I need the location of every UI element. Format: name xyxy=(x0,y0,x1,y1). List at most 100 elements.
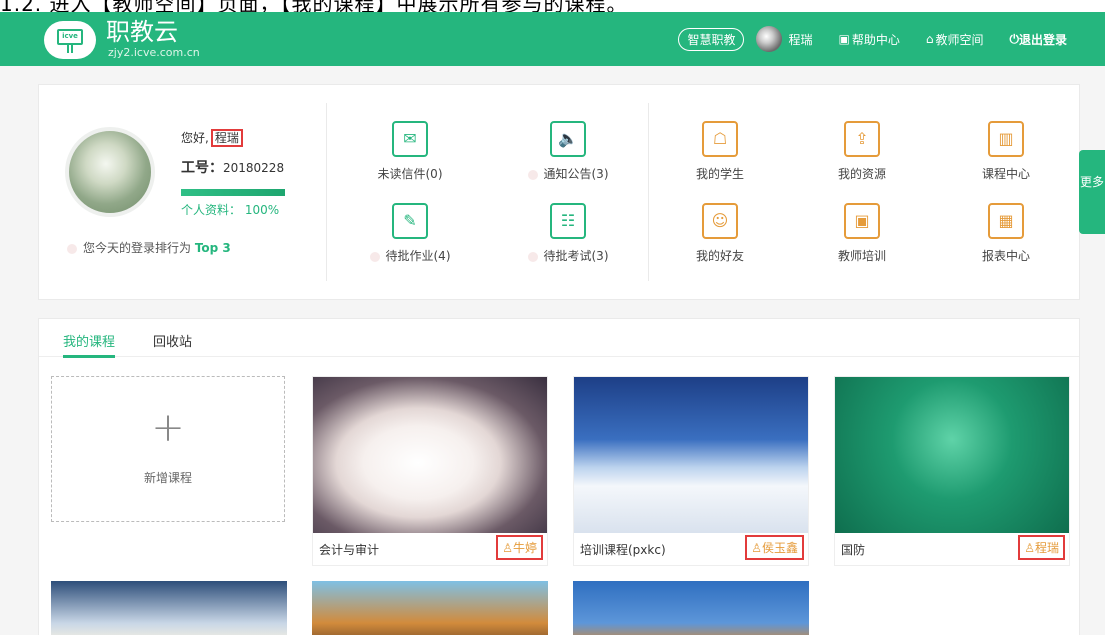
friends-label: 我的好友 xyxy=(695,249,744,263)
smart-vocational-link[interactable]: 智慧职教 xyxy=(678,27,745,51)
course-cover-image xyxy=(835,377,1069,533)
new-course-button[interactable]: + 新增课程 xyxy=(51,376,285,522)
brand-url: zjy2.icve.com.cn xyxy=(108,46,200,59)
user-icon: ♙ xyxy=(1024,541,1035,555)
course-title: 国防 xyxy=(841,543,866,557)
user-avatar[interactable] xyxy=(756,26,783,52)
rank-text: 您今天的登录排行为 xyxy=(83,241,195,255)
exam-label: 待批考试(3) xyxy=(543,249,609,263)
homework-link[interactable]: ✎ 待批作业(4) xyxy=(355,203,465,264)
teacher-training-link[interactable]: ▣ 教师培训 xyxy=(807,203,917,264)
profile-name: 程瑞 xyxy=(210,129,243,147)
divider xyxy=(648,103,649,281)
homework-label: 待批作业(4) xyxy=(385,249,451,263)
reports-label: 报表中心 xyxy=(981,249,1030,263)
exam-dot-icon xyxy=(527,251,538,262)
brand-name[interactable]: 职教云 xyxy=(106,18,178,46)
my-resources-link[interactable]: ⇪ 我的资源 xyxy=(807,121,917,182)
job-number: 工号：20180228 xyxy=(181,157,284,177)
students-label: 我的学生 xyxy=(695,167,744,181)
course-center-label: 课程中心 xyxy=(981,167,1030,181)
job-value: 20180228 xyxy=(223,161,285,175)
course-cover-image xyxy=(313,377,547,533)
course-card-partial[interactable] xyxy=(312,581,548,635)
course-card[interactable]: 培训课程(pxkc) ♙侯玉鑫 xyxy=(573,376,809,566)
new-course-label: 新增课程 xyxy=(143,471,192,485)
teacher-space-label: 教师空间 xyxy=(935,32,984,47)
report-icon: ▦ xyxy=(988,203,1024,239)
mail-label: 未读信件(0) xyxy=(377,167,443,181)
upload-icon: ⇪ xyxy=(844,121,880,157)
course-card[interactable]: 国防 ♙程瑞 xyxy=(834,376,1070,566)
user-icon: ♙ xyxy=(751,541,762,555)
user-name-link[interactable]: 程瑞 xyxy=(788,31,812,48)
profile-avatar[interactable] xyxy=(65,127,155,217)
graduate-icon: ☖ xyxy=(702,121,738,157)
completion-value: 100% xyxy=(244,203,280,217)
top-nav: 智慧职教 程瑞 ▣ 帮助中心 ⌂ 教师空间 ⏻ 退出登录 xyxy=(678,12,1105,66)
profile-panel: 您好, 程瑞 工号：20180228 个人资料： 100% 您今天的登录排行为 T… xyxy=(38,84,1080,300)
mail-icon: ✉ xyxy=(392,121,428,157)
instruction-strip: 1.2. 进入【教师空间】页面，【我的课程】中展示所有参与的课程。 xyxy=(0,0,1105,12)
course-card-partial[interactable] xyxy=(573,581,809,635)
friends-icon: ☺ xyxy=(702,203,738,239)
instruction-text: 1.2. 进入【教师空间】页面，【我的课程】中展示所有参与的课程。 xyxy=(0,0,628,12)
exam-link[interactable]: ☷ 待批考试(3) xyxy=(513,203,623,264)
completion-label: 个人资料： xyxy=(181,203,242,217)
homework-icon: ✎ xyxy=(392,203,428,239)
course-title: 培训课程(pxkc) xyxy=(580,543,666,557)
login-rank: 您今天的登录排行为 Top 3 xyxy=(67,239,231,256)
books-icon: ▥ xyxy=(988,121,1024,157)
top-header: icve 职教云 zjy2.icve.com.cn 智慧职教 程瑞 ▣ 帮助中心… xyxy=(0,12,1105,66)
rank-value: Top 3 xyxy=(194,241,231,255)
profile-completion[interactable]: 个人资料： 100% xyxy=(181,201,279,218)
help-icon: ▣ xyxy=(838,32,850,46)
notice-link[interactable]: 🔈 通知公告(3) xyxy=(513,121,623,182)
help-center-link[interactable]: ▣ 帮助中心 xyxy=(838,31,899,48)
tab-recycle-bin[interactable]: 回收站 xyxy=(153,331,192,350)
profile-progress-bar xyxy=(181,189,285,196)
course-tabs: 我的课程 回收站 xyxy=(39,319,1079,358)
course-cover-image xyxy=(574,377,808,533)
course-teacher: ♙牛婷 xyxy=(496,535,543,560)
greeting: 您好, 程瑞 xyxy=(181,129,243,147)
user-icon: ♙ xyxy=(502,541,513,555)
course-teacher: ♙侯玉鑫 xyxy=(745,535,804,560)
homework-dot-icon xyxy=(369,251,380,262)
notice-dot-icon xyxy=(527,169,538,180)
course-card[interactable]: 会计与审计 ♙牛婷 xyxy=(312,376,548,566)
my-friends-link[interactable]: ☺ 我的好友 xyxy=(665,203,775,264)
tab-my-courses[interactable]: 我的课程 xyxy=(63,331,116,358)
course-card-partial[interactable] xyxy=(51,581,287,635)
resources-label: 我的资源 xyxy=(837,167,886,181)
speaker-icon: 🔈 xyxy=(550,121,586,157)
help-label: 帮助中心 xyxy=(851,32,900,47)
power-icon: ⏻ xyxy=(1009,31,1019,46)
profile-progress-fill xyxy=(181,189,285,196)
logo-icon[interactable]: icve xyxy=(44,17,100,61)
courses-panel: 我的课程 回收站 + 新增课程 会计与审计 ♙牛婷 培训课程(pxkc) ♙侯玉… xyxy=(38,318,1080,635)
exam-icon: ☷ xyxy=(550,203,586,239)
greeting-text: 您好, xyxy=(181,131,209,145)
user-name: 程瑞 xyxy=(788,32,813,47)
training-icon: ▣ xyxy=(844,203,880,239)
logout-label: 退出登录 xyxy=(1018,32,1067,47)
page-body: 您好, 程瑞 工号：20180228 个人资料： 100% 您今天的登录排行为 T… xyxy=(0,66,1105,635)
course-center-link[interactable]: ▥ 课程中心 xyxy=(951,121,1061,182)
training-label: 教师培训 xyxy=(837,249,886,263)
home-icon: ⌂ xyxy=(925,32,934,46)
course-teacher: ♙程瑞 xyxy=(1018,535,1065,560)
job-label: 工号： xyxy=(181,160,223,176)
my-students-link[interactable]: ☖ 我的学生 xyxy=(665,121,775,182)
plus-icon: + xyxy=(151,405,185,451)
logout-button[interactable]: ⏻ 退出登录 xyxy=(1009,31,1067,48)
logo-text: icve xyxy=(57,29,83,45)
teacher-space-link[interactable]: ⌂ 教师空间 xyxy=(926,31,984,48)
report-center-link[interactable]: ▦ 报表中心 xyxy=(951,203,1061,264)
rank-dot-icon xyxy=(67,243,77,254)
divider xyxy=(326,103,327,281)
more-button[interactable]: 更多 xyxy=(1079,150,1105,234)
course-title: 会计与审计 xyxy=(319,543,380,557)
unread-mail-link[interactable]: ✉ 未读信件(0) xyxy=(355,121,465,182)
notice-label: 通知公告(3) xyxy=(543,167,609,181)
